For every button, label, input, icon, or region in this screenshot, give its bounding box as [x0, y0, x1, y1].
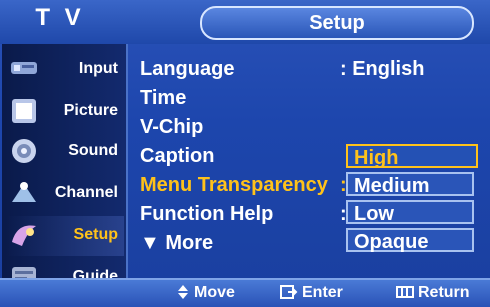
- move-hint: Move: [176, 282, 235, 304]
- channel-icon: [8, 178, 42, 208]
- return-hint: Return: [396, 282, 470, 304]
- setup-icon: [8, 220, 42, 250]
- menu-item-label: Time: [140, 87, 187, 109]
- menu-item-label: V-Chip: [140, 116, 204, 138]
- sidebar-item-channel[interactable]: Channel: [6, 174, 124, 214]
- sidebar-item-label: Setup: [73, 226, 118, 243]
- sidebar-item-label: Sound: [68, 142, 118, 159]
- input-icon: [8, 54, 42, 84]
- dropdown-option-low[interactable]: Low: [346, 200, 474, 225]
- return-icon: [396, 286, 414, 298]
- title-bar: T V Setup: [0, 0, 490, 44]
- menu-item-label: Function Help: [140, 203, 274, 225]
- enter-hint: Enter: [280, 282, 343, 304]
- menu-item-language[interactable]: Language : English: [140, 58, 480, 86]
- menu-item-vchip[interactable]: V-Chip: [140, 116, 480, 144]
- sidebar-item-label: Picture: [63, 102, 118, 119]
- menu-item-label: Caption: [140, 145, 215, 167]
- sidebar-item-label: Input: [78, 60, 118, 77]
- section-title: Setup: [200, 6, 474, 40]
- dropdown-option-medium[interactable]: Medium: [346, 172, 474, 197]
- sidebar-item-label: Channel: [54, 184, 118, 201]
- tv-title: T V: [35, 4, 85, 31]
- sidebar-item-input[interactable]: Input: [6, 50, 124, 90]
- sound-icon: [8, 136, 42, 166]
- sidebar-item-picture[interactable]: Picture: [6, 92, 124, 132]
- enter-icon: [280, 285, 298, 299]
- sidebar-item-sound[interactable]: Sound: [6, 132, 124, 172]
- tv-setup-screen: T V Setup Input Picture Sound Channel Se…: [0, 0, 490, 307]
- return-label: Return: [418, 284, 470, 301]
- menu-item-label: Menu Transparency: [140, 174, 328, 196]
- enter-label: Enter: [302, 284, 343, 301]
- sidebar-item-setup[interactable]: Setup: [6, 216, 124, 256]
- dropdown-option-opaque[interactable]: Opaque: [346, 228, 474, 253]
- menu-item-time[interactable]: Time: [140, 87, 480, 115]
- picture-icon: [8, 96, 42, 126]
- menu-item-label: ▼ More: [140, 232, 214, 254]
- move-label: Move: [194, 284, 235, 301]
- sidebar: Input Picture Sound Channel Setup Guide: [2, 44, 128, 300]
- help-bar: Move Enter Return: [0, 278, 490, 307]
- dropdown-option-high[interactable]: High: [346, 144, 478, 169]
- menu-item-value: : English: [340, 58, 425, 80]
- menu-item-label: Language: [140, 58, 235, 80]
- up-down-arrows-icon: [178, 285, 188, 299]
